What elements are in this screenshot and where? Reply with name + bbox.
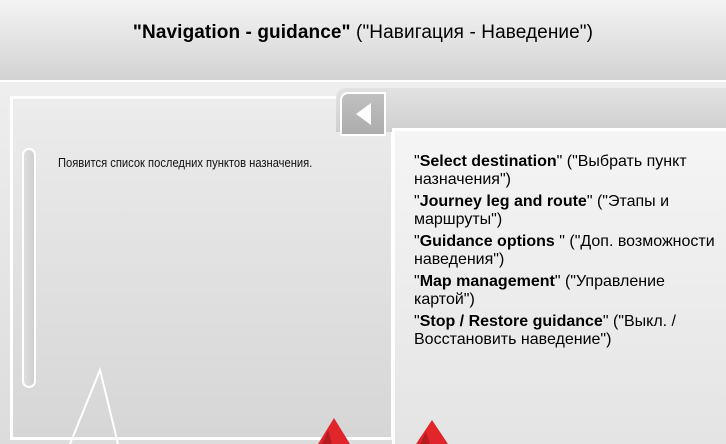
recent-destinations-message: Появится список последних пунктов назнач…	[58, 155, 313, 170]
menu-item-label: Stop / Restore guidance	[419, 313, 603, 330]
page-title-bold: "Navigation - guidance"	[132, 22, 351, 43]
menu-item-journey-leg-and-route[interactable]: "Journey leg and route" ("Этапы и маршру…	[414, 193, 720, 229]
menu-item-label: Select destination	[419, 153, 557, 170]
menu-item-label: Journey leg and route	[419, 193, 587, 210]
page-title: "Navigation - guidance" ("Навигация - На…	[0, 22, 726, 44]
header-bar: "Navigation - guidance" ("Навигация - На…	[0, 0, 726, 82]
recent-destinations-panel	[10, 96, 394, 440]
menu-tab-bar	[336, 88, 726, 132]
menu-item-guidance-options[interactable]: "Guidance options " ("Доп. возможности н…	[414, 233, 720, 269]
menu-item-stop-restore-guidance[interactable]: "Stop / Restore guidance" ("Выкл. / Восс…	[414, 313, 720, 349]
menu-item-label: Guidance options	[419, 233, 560, 250]
back-button[interactable]	[340, 92, 386, 136]
page-title-rest: ("Навигация - Наведение")	[350, 22, 594, 43]
navigation-menu: "Select destination" ("Выбрать пункт наз…	[414, 153, 720, 353]
menu-item-label: Map management	[419, 273, 555, 290]
menu-item-select-destination[interactable]: "Select destination" ("Выбрать пункт наз…	[414, 153, 720, 189]
menu-item-map-management[interactable]: "Map management" ("Управление картой")	[414, 273, 720, 309]
list-scrollbar[interactable]	[22, 148, 36, 388]
screen: "Navigation - guidance" ("Навигация - На…	[0, 0, 726, 444]
back-arrow-icon	[356, 103, 371, 125]
